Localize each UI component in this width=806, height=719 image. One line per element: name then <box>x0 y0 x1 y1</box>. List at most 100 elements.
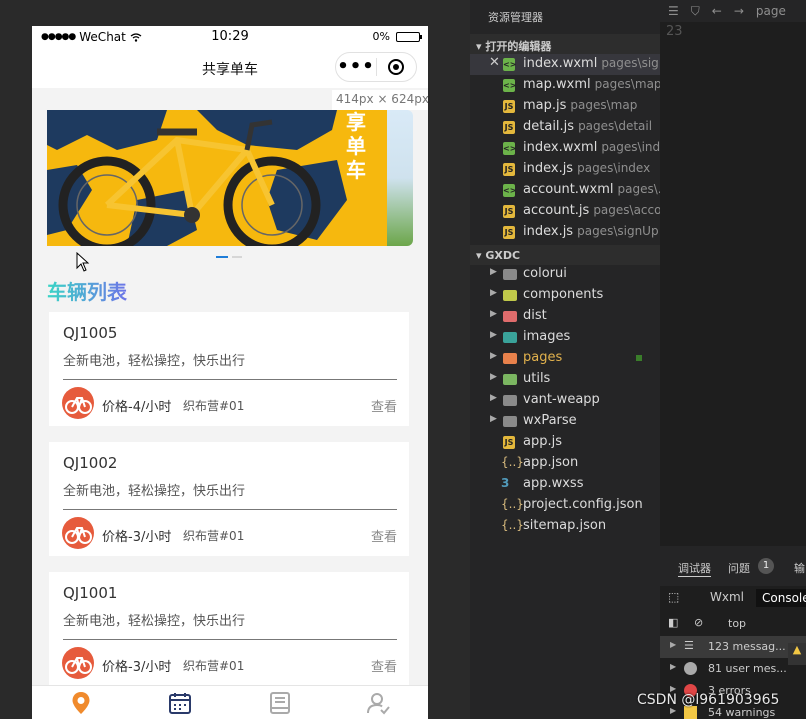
vehicle-owner: 织布营#01 <box>183 399 245 413</box>
back-arrow-icon[interactable]: ← <box>712 4 722 18</box>
vehicle-card[interactable]: QJ1001 全新电池，轻松操控，快乐出行 价格-3/小时 织布营#01 查看 <box>49 572 409 686</box>
open-editor-item[interactable]: JS account.jspages\acco... <box>470 201 660 222</box>
console-filter-item[interactable]: ▶ ☰ 123 messag... <box>660 636 806 658</box>
file-path: pages\ind... <box>601 140 660 154</box>
chevron-right-icon: ▶ <box>490 267 497 277</box>
tab-map[interactable] <box>67 690 95 716</box>
folder-item[interactable]: ▶ utils <box>470 369 660 390</box>
console-toolbar: ◧ ⊘ top <box>660 612 806 636</box>
open-editor-item[interactable]: JS detail.js pages\detail <box>470 117 660 138</box>
file-path: pages\index <box>577 161 651 175</box>
folder-item[interactable]: ▶ vant-weapp <box>470 390 660 411</box>
js-file-icon: JS <box>503 121 515 134</box>
tab-debugger[interactable]: 调试器 <box>678 560 711 577</box>
capsule-menu: ••• <box>335 52 417 82</box>
chevron-down-icon: ▾ <box>476 40 482 53</box>
file-path: pages\map <box>594 77 660 91</box>
vehicle-price: 价格-3/小时 <box>102 660 172 675</box>
file-path: pages\signUp <box>577 224 659 238</box>
inspect-element-icon[interactable]: ⬚ <box>668 590 679 604</box>
chevron-right-icon: ▶ <box>670 640 677 649</box>
wxml-file-icon: <> <box>503 142 517 155</box>
list-icon[interactable]: ☰ <box>668 4 679 18</box>
forward-arrow-icon[interactable]: → <box>734 4 744 18</box>
folder-item[interactable]: ▶ components <box>470 285 660 306</box>
tab-records[interactable] <box>266 690 294 716</box>
tab-issues[interactable]: 问题 <box>728 560 750 576</box>
folder-icon <box>503 374 517 385</box>
file-item[interactable]: {..} sitemap.json <box>470 516 660 537</box>
file-path: pages\map <box>570 98 638 112</box>
open-editor-item[interactable]: <> account.wxmlpages\... <box>470 180 660 201</box>
file-name: account.js <box>523 203 590 218</box>
tab-output[interactable]: 输 <box>794 560 805 576</box>
open-editor-item[interactable]: JS index.js pages\signUp <box>470 222 660 243</box>
folder-item[interactable]: ▶ pages <box>470 348 660 369</box>
chevron-right-icon: ▶ <box>490 393 497 403</box>
open-editor-item[interactable]: ✕ <> index.wxmlpages\sig... <box>470 54 660 75</box>
editor-toolbar: ☰ ⛉ ← → page <box>660 0 806 22</box>
swiper-dot-active[interactable] <box>216 256 228 258</box>
tab-wxml[interactable]: Wxml <box>710 590 744 604</box>
file-name: account.wxml <box>523 182 614 197</box>
view-button[interactable]: 查看 <box>371 526 397 545</box>
file-name: sitemap.json <box>523 518 607 533</box>
folder-item[interactable]: ▶ colorui <box>470 264 660 285</box>
vehicle-owner: 织布营#01 <box>183 659 245 673</box>
project-header[interactable]: ▾ GXDC <box>470 245 660 265</box>
folder-icon <box>503 395 517 406</box>
line-number: 23 <box>666 24 683 39</box>
context-select[interactable]: top <box>728 617 746 630</box>
section-title: 车辆列表 <box>47 276 127 305</box>
swiper-dot[interactable] <box>232 256 242 258</box>
banner-slide[interactable]: 享单车 <box>47 110 387 246</box>
more-options-button[interactable]: ••• <box>336 54 376 80</box>
view-button[interactable]: 查看 <box>371 396 397 415</box>
folder-item[interactable]: ▶ dist <box>470 306 660 327</box>
chevron-right-icon: ▶ <box>490 351 497 361</box>
folder-item[interactable]: ▶ images <box>470 327 660 348</box>
vehicle-price: 价格-3/小时 <box>102 530 172 545</box>
json-file-icon: {..} <box>501 455 524 469</box>
open-editor-item[interactable]: <> map.wxml pages\map <box>470 75 660 96</box>
sidebar-toggle-icon[interactable]: ◧ <box>668 616 678 629</box>
chevron-right-icon: ▶ <box>490 330 497 340</box>
vehicle-code: QJ1002 <box>63 454 118 472</box>
clear-console-icon[interactable]: ⊘ <box>694 616 703 629</box>
bicycle-image <box>47 110 387 246</box>
debugger-tabs: 调试器 问题 1 输 <box>660 546 806 586</box>
file-path: pages\acco... <box>593 203 660 217</box>
console-filter-item[interactable]: ▶ 81 user mes... <box>660 658 806 680</box>
file-item[interactable]: {..} project.config.json <box>470 495 660 516</box>
tab-account[interactable] <box>364 690 392 716</box>
open-editor-item[interactable]: JS map.js pages\map <box>470 96 660 117</box>
banner-caption: 享单车 <box>346 110 366 182</box>
file-item[interactable]: JS app.js <box>470 432 660 453</box>
banner-next-slide[interactable] <box>387 110 413 246</box>
close-icon[interactable]: ✕ <box>489 55 500 70</box>
js-file-icon: JS <box>503 436 515 449</box>
vehicle-card[interactable]: QJ1005 全新电池，轻松操控，快乐出行 价格-4/小时 织布营#01 查看 <box>49 312 409 426</box>
open-editor-item[interactable]: <> index.wxmlpages\ind... <box>470 138 660 159</box>
view-button[interactable]: 查看 <box>371 656 397 675</box>
vehicle-card[interactable]: QJ1002 全新电池，轻松操控，快乐出行 价格-3/小时 织布营#01 查看 <box>49 442 409 556</box>
folder-icon <box>503 290 517 301</box>
vehicle-price: 价格-4/小时 <box>102 400 172 415</box>
editor-breadcrumb[interactable]: page <box>756 4 786 18</box>
tab-orders[interactable] <box>166 690 194 716</box>
chevron-right-icon: ▶ <box>490 372 497 382</box>
file-item[interactable]: {..} app.json <box>470 453 660 474</box>
calendar-icon <box>169 693 191 714</box>
tab-console[interactable]: Console <box>756 589 806 607</box>
tab-bar <box>32 685 428 719</box>
open-editors-header[interactable]: ▾ 打开的编辑器 <box>470 34 660 54</box>
bookmark-icon[interactable]: ⛉ <box>691 4 700 19</box>
file-item[interactable]: 3 app.wxss <box>470 474 660 495</box>
wxml-file-icon: <> <box>503 184 517 197</box>
file-name: index.wxml <box>523 140 598 155</box>
folder-name: colorui <box>523 266 567 281</box>
folder-item[interactable]: ▶ wxParse <box>470 411 660 432</box>
close-miniprogram-button[interactable] <box>377 59 416 75</box>
open-editor-item[interactable]: JS index.js pages\index <box>470 159 660 180</box>
vehicle-code: QJ1005 <box>63 324 118 342</box>
